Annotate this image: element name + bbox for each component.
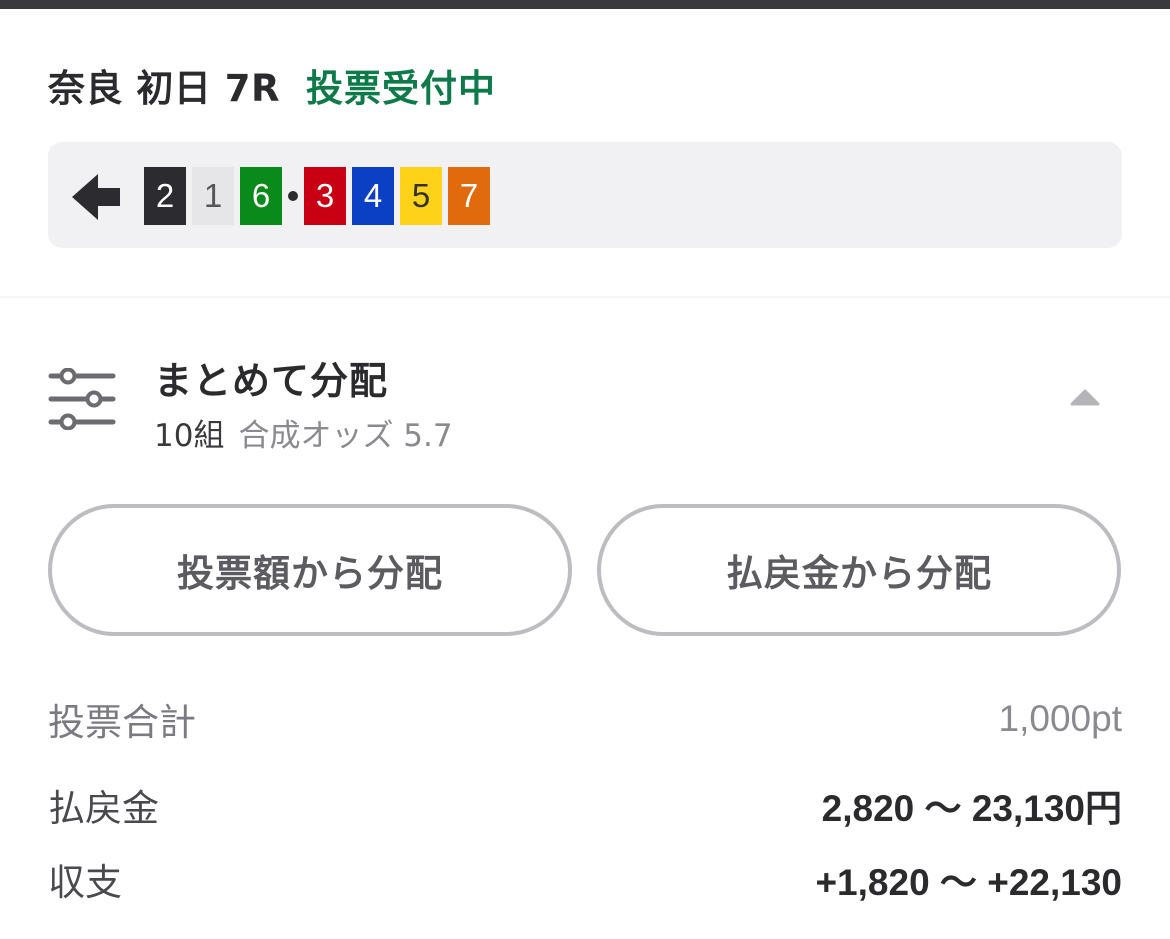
horse-number: 1: [192, 167, 234, 225]
combination-count: 10組: [154, 418, 225, 454]
combined-odds: 合成オッズ 5.7: [238, 418, 453, 454]
section-divider: [0, 296, 1170, 298]
distribution-subtitle: 10組 合成オッズ 5.7: [154, 410, 453, 455]
distribute-by-amount-button[interactable]: 投票額から分配: [48, 504, 572, 636]
payout-value: 2,820 〜 23,130円: [821, 788, 1122, 829]
race-header: 奈良 初日 7R 投票受付中: [48, 60, 496, 110]
left-arrow-icon[interactable]: [72, 174, 120, 220]
horse-number: 4: [352, 167, 394, 225]
separator-dot: [288, 191, 298, 201]
payout-row: 払戻金 2,820 〜 23,130円: [48, 778, 1122, 832]
horse-number: 5: [400, 167, 442, 225]
profit-label: 収支: [48, 861, 122, 904]
profit-value: +1,820 〜 +22,130: [815, 862, 1122, 903]
total-row: 投票合計 1,000pt: [48, 692, 1122, 746]
horse-number: 7: [448, 167, 490, 225]
sliders-icon: [48, 368, 116, 430]
distribution-title: まとめて分配: [154, 359, 389, 403]
race-status: 投票受付中: [306, 67, 496, 110]
top-bar: [0, 0, 1170, 9]
payout-label: 払戻金: [48, 787, 159, 830]
caret-up-icon[interactable]: [1070, 388, 1100, 408]
horse-number: 6: [240, 167, 282, 225]
horse-number: 3: [304, 167, 346, 225]
profit-row: 収支 +1,820 〜 +22,130: [48, 852, 1122, 906]
total-label: 投票合計: [48, 701, 196, 744]
race-title: 奈良 初日 7R: [48, 67, 280, 110]
distribution-header[interactable]: まとめて分配 10組 合成オッズ 5.7: [48, 350, 1122, 454]
distribute-by-payout-button[interactable]: 払戻金から分配: [597, 504, 1121, 636]
horse-number: 2: [144, 167, 186, 225]
bet-numbers: 2 1 6 3 4 5 7: [144, 167, 496, 225]
total-value: 1,000pt: [998, 698, 1122, 739]
